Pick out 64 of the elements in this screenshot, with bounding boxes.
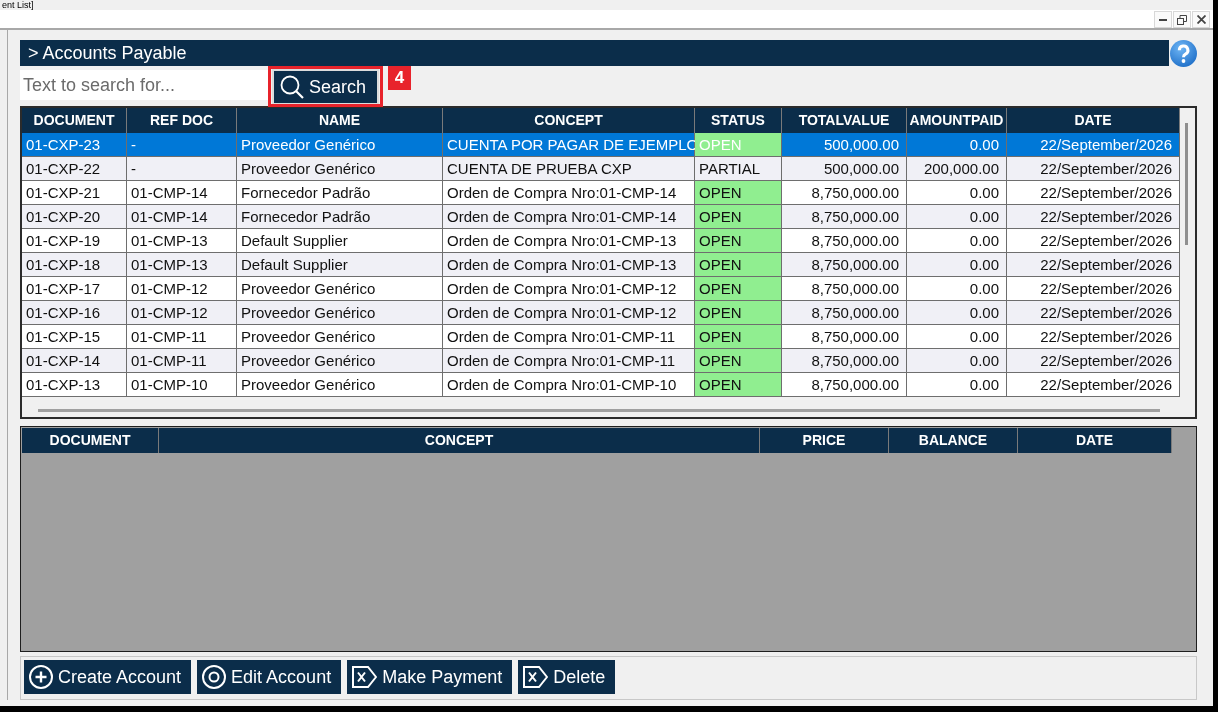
- table-row[interactable]: 01-CXP-13 01-CMP-10 Proveedor Genérico Orden de Compra Nro:01-CMP-10 OPEN 8,750,000.00 0.00 22/September/2026: [22, 373, 1180, 397]
- action-button[interactable]: Edit Account: [197, 660, 342, 694]
- status-cell: OPEN: [695, 301, 782, 325]
- table-cell: Orden de Compra Nro:01-CMP-10: [443, 373, 695, 397]
- search-button[interactable]: Search: [272, 69, 379, 105]
- column-header: BALANCE: [889, 428, 1018, 453]
- column-header: CONCEPT: [443, 108, 695, 133]
- search-icon: [280, 75, 304, 99]
- status-cell: OPEN: [695, 253, 782, 277]
- close-button[interactable]: [1192, 11, 1210, 28]
- table-cell: 22/September/2026: [1007, 373, 1180, 397]
- column-header: NAME: [237, 108, 443, 133]
- status-cell: OPEN: [695, 181, 782, 205]
- column-header: AMOUNTPAID: [907, 108, 1007, 133]
- table-cell: 0.00: [907, 373, 1007, 397]
- column-header: DOCUMENT: [22, 428, 159, 453]
- column-header: TOTALVALUE: [782, 108, 907, 133]
- plus-circle-icon: [29, 665, 53, 689]
- table-cell: 01-CMP-10: [127, 373, 237, 397]
- table-row[interactable]: 01-CXP-23 - Proveedor Genérico CUENTA POR PAGAR DE EJEMPLO OPEN 500,000.00 0.00 22/September/2026: [22, 133, 1180, 157]
- restore-button[interactable]: [1173, 11, 1191, 28]
- help-icon: [1170, 40, 1197, 67]
- action-button[interactable]: Delete: [518, 660, 616, 694]
- table-row[interactable]: 01-CXP-22 - Proveedor Genérico CUENTA DE PRUEBA CXP PARTIAL 500,000.00 200,000.00 22/September/2026: [22, 157, 1180, 181]
- table-row[interactable]: 01-CXP-19 01-CMP-13 Default Supplier Orden de Compra Nro:01-CMP-13 OPEN 8,750,000.00 0.00 22/September/2026: [22, 229, 1180, 253]
- table-row[interactable]: 01-CXP-15 01-CMP-11 Proveedor Genérico Orden de Compra Nro:01-CMP-11 OPEN 8,750,000.00 0.00 22/September/2026: [22, 325, 1180, 349]
- table-cell: 8,750,000.00: [782, 373, 907, 397]
- search-field[interactable]: Text to search for...: [20, 70, 268, 100]
- table-row[interactable]: 01-CXP-20 01-CMP-14 Fornecedor Padrão Orden de Compra Nro:01-CMP-14 OPEN 8,750,000.00 0.00 22/September/2026: [22, 205, 1180, 229]
- table-row[interactable]: 01-CXP-16 01-CMP-12 Proveedor Genérico Orden de Compra Nro:01-CMP-12 OPEN 8,750,000.00 0.00 22/September/2026: [22, 301, 1180, 325]
- status-cell: OPEN: [695, 325, 782, 349]
- column-header: REF DOC: [127, 108, 237, 133]
- column-header: STATUS: [695, 108, 782, 133]
- column-header: DATE: [1007, 108, 1180, 133]
- concentric-circles-icon: [202, 665, 227, 689]
- minimize-button[interactable]: [1154, 11, 1172, 28]
- window-title: ent List]: [2, 0, 34, 10]
- table-row[interactable]: 01-CXP-14 01-CMP-11 Proveedor Genérico Orden de Compra Nro:01-CMP-11 OPEN 8,750,000.00 0.00 22/September/2026: [22, 349, 1180, 373]
- table-cell: 01-CXP-13: [22, 373, 127, 397]
- tag-x-icon: [523, 666, 549, 688]
- column-header: DOCUMENT: [22, 108, 127, 133]
- callout-badge: 4: [388, 66, 411, 90]
- action-button[interactable]: Create Account: [24, 660, 192, 694]
- column-header: DATE: [1018, 428, 1172, 453]
- column-header: PRICE: [760, 428, 889, 453]
- action-button[interactable]: Make Payment: [347, 660, 513, 694]
- table-cell: Proveedor Genérico: [237, 373, 443, 397]
- section-header: > Accounts Payable: [20, 40, 1169, 66]
- table-row[interactable]: 01-CXP-17 01-CMP-12 Proveedor Genérico Orden de Compra Nro:01-CMP-12 OPEN 8,750,000.00 0.00 22/September/2026: [22, 277, 1180, 301]
- tag-x-icon: [352, 666, 378, 688]
- table-row[interactable]: 01-CXP-18 01-CMP-13 Default Supplier Orden de Compra Nro:01-CMP-13 OPEN 8,750,000.00 0.00 22/September/2026: [22, 253, 1180, 277]
- horizontal-scrollbar[interactable]: [38, 409, 1160, 412]
- status-cell: OPEN: [695, 205, 782, 229]
- vertical-scrollbar[interactable]: [1185, 123, 1188, 245]
- status-cell: OPEN: [695, 277, 782, 301]
- close-icon: [1196, 15, 1206, 24]
- status-cell: OPEN: [695, 349, 782, 373]
- status-cell: OPEN: [695, 229, 782, 253]
- status-cell: OPEN: [695, 373, 782, 397]
- status-cell: OPEN: [695, 133, 782, 157]
- column-header: CONCEPT: [159, 428, 760, 453]
- minimize-icon: [1159, 18, 1167, 21]
- table-row[interactable]: 01-CXP-21 01-CMP-14 Fornecedor Padrão Orden de Compra Nro:01-CMP-14 OPEN 8,750,000.00 0.00 22/September/2026: [22, 181, 1180, 205]
- restore-icon: [1177, 14, 1187, 25]
